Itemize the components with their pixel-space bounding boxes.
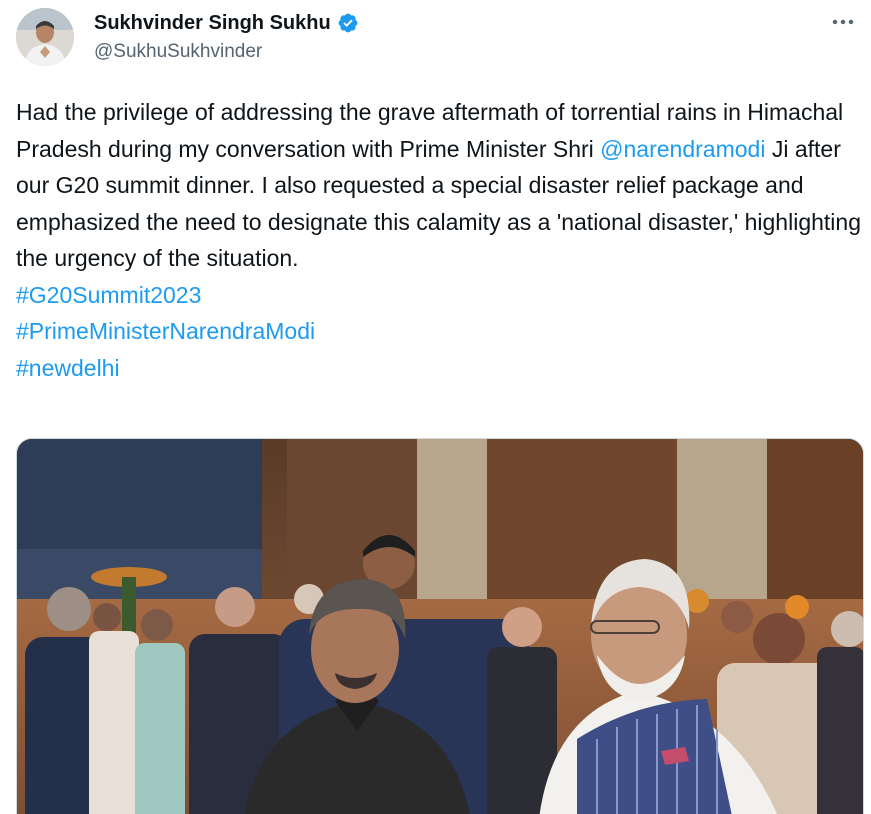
mention-link[interactable]: @narendramodi <box>600 136 765 162</box>
photo-scene <box>17 439 863 814</box>
hashtag-link[interactable]: #newdelhi <box>16 350 861 387</box>
verified-badge-icon[interactable] <box>337 12 359 34</box>
hashtag-link[interactable]: #G20Summit2023 <box>16 277 861 314</box>
author-info: Sukhvinder Singh Sukhu @SukhuSukhvinder <box>94 10 359 64</box>
author-handle[interactable]: @SukhuSukhvinder <box>94 40 359 64</box>
author-name-row: Sukhvinder Singh Sukhu <box>94 10 359 36</box>
hashtag-link[interactable]: #PrimeMinisterNarendraModi <box>16 313 861 350</box>
tweet-card: Sukhvinder Singh Sukhu @SukhuSukhvinder … <box>0 0 871 814</box>
author-display-name[interactable]: Sukhvinder Singh Sukhu <box>94 10 331 36</box>
more-options-icon[interactable] <box>829 10 857 34</box>
author-avatar[interactable] <box>16 8 74 66</box>
tweet-text: Had the privilege of addressing the grav… <box>16 94 861 386</box>
tweet-photo[interactable] <box>16 438 864 814</box>
